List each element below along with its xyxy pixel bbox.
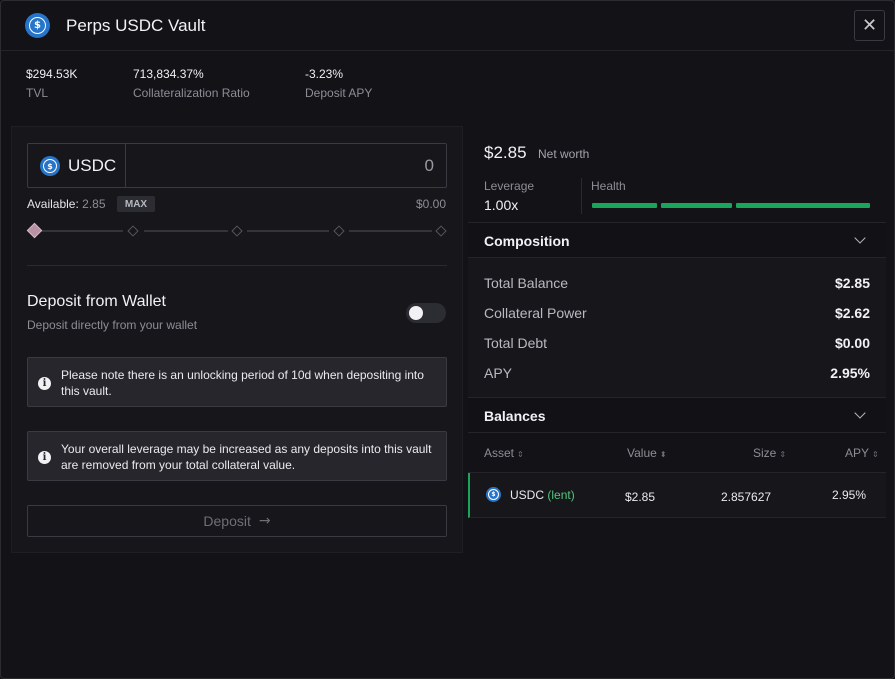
size-cell: 2.857627 [721, 490, 772, 504]
sort-icon: ⇕ [517, 450, 524, 459]
close-button[interactable]: ✕ [854, 10, 885, 41]
value-cell: $2.85 [625, 490, 656, 504]
vault-modal: $ Perps USDC Vault ✕ $294.53K TVL 713,83… [0, 0, 895, 679]
stat-value: -3.23% [305, 67, 344, 81]
amount-input-group: $ USDC 0 [27, 143, 447, 188]
stat-value: $294.53K [26, 67, 78, 81]
health-bar-segment [661, 203, 732, 208]
column-header-value[interactable]: Value ⬍ [627, 446, 667, 460]
slider-step-marker[interactable] [127, 225, 139, 237]
info-icon: i [38, 451, 51, 464]
leverage-value: 1.00x [484, 197, 519, 213]
sort-icon: ⇕ [779, 450, 787, 459]
composition-label: Collateral Power [484, 305, 587, 321]
column-header-apy[interactable]: APY ⇕ [845, 446, 879, 460]
composition-value: $0.00 [834, 335, 870, 351]
deposit-button[interactable]: Deposit → [27, 505, 447, 537]
usdc-logo-icon: $ [486, 487, 501, 502]
chevron-down-icon [854, 407, 866, 419]
column-header-asset[interactable]: Asset ⇕ [484, 446, 524, 460]
asset-symbol: USDC [68, 156, 117, 175]
notice-text: Please note there is an unlocking period… [61, 368, 424, 398]
sort-icon: ⇕ [872, 450, 879, 459]
slider-track-segment [41, 230, 123, 232]
deposit-button-label: Deposit [203, 513, 251, 529]
composition-label: APY [484, 365, 513, 381]
lent-tag: (lent) [547, 488, 575, 502]
available-balance: Available: 2.85 [27, 197, 106, 211]
slider-thumb[interactable] [26, 222, 43, 239]
net-worth-label: Net worth [538, 147, 590, 161]
balances-title: Balances [484, 408, 546, 424]
slider-track-segment [349, 230, 432, 232]
asset-symbol: USDC [510, 488, 545, 502]
unlock-period-notice: i Please note there is an unlocking peri… [27, 357, 447, 407]
stat-collateralization-ratio: 713,834.37% Collateralization Ratio [133, 67, 250, 100]
leverage-label: Leverage [484, 179, 535, 193]
account-panel: $2.85 Net worth Leverage 1.00x Health Co… [468, 126, 886, 519]
modal-title: Perps USDC Vault [66, 16, 206, 35]
close-icon: ✕ [861, 15, 878, 36]
arrow-right-icon: → [258, 513, 271, 529]
composition-value: $2.62 [834, 305, 870, 321]
chevron-down-icon [854, 232, 866, 244]
usd-value: $0.00 [415, 197, 446, 211]
usdc-logo-icon: $ [25, 13, 50, 38]
composition-value: $2.85 [834, 275, 870, 291]
composition-header[interactable]: Composition [468, 222, 886, 258]
net-worth-value: $2.85 [484, 143, 527, 162]
slider-track-segment [144, 230, 228, 232]
asset-cell: USDC (lent) [510, 488, 575, 502]
composition-label: Total Debt [484, 335, 548, 351]
composition-body: Total Balance $2.85 Collateral Power $2.… [468, 258, 886, 399]
stat-deposit-apy: -3.23% Deposit APY [305, 67, 372, 100]
stat-label: Collateralization Ratio [133, 86, 250, 100]
leverage-notice: i Your overall leverage may be increased… [27, 431, 447, 481]
composition-label: Total Balance [484, 275, 569, 291]
table-row[interactable]: $ USDC (lent) $2.85 2.857627 2.95% [468, 473, 886, 518]
max-button[interactable]: MAX [117, 196, 155, 212]
slider-track-segment [247, 230, 329, 232]
wallet-deposit-title: Deposit from Wallet [27, 293, 166, 310]
asset-selector[interactable]: $ USDC [28, 144, 126, 187]
available-label: Available: [27, 197, 79, 211]
column-header-size[interactable]: Size ⇕ [753, 446, 786, 460]
modal-header: $ Perps USDC Vault ✕ [1, 1, 894, 51]
slider-step-marker[interactable] [231, 225, 243, 237]
balances-header[interactable]: Balances [468, 397, 886, 433]
divider [581, 178, 582, 214]
usdc-logo-icon: $ [40, 156, 60, 176]
wallet-deposit-subtitle: Deposit directly from your wallet [27, 318, 198, 332]
stat-tvl: $294.53K TVL [26, 67, 77, 100]
available-value: 2.85 [82, 197, 106, 211]
slider-step-marker[interactable] [333, 225, 345, 237]
apy-cell: 2.95% [832, 488, 867, 502]
health-label: Health [591, 179, 626, 193]
sort-desc-icon: ⬍ [659, 450, 667, 459]
slider-step-marker[interactable] [435, 225, 447, 237]
composition-title: Composition [484, 233, 570, 249]
balances-table-header: Asset ⇕ Value ⬍ Size ⇕ APY ⇕ [468, 435, 886, 473]
divider [27, 265, 447, 266]
health-bar-segment [592, 203, 657, 208]
info-icon: i [38, 377, 51, 390]
stat-value: 713,834.37% [133, 67, 204, 81]
deposit-panel: $ USDC 0 Available: 2.85 MAX $0.00 Depos… [11, 126, 463, 553]
composition-value: 2.95% [830, 365, 870, 381]
stat-label: TVL [26, 86, 49, 100]
amount-input[interactable]: 0 [234, 156, 434, 176]
stat-label: Deposit APY [305, 86, 373, 100]
amount-slider[interactable] [26, 222, 447, 239]
toggle-knob [409, 306, 423, 320]
notice-text: Your overall leverage may be increased a… [61, 442, 432, 472]
health-bar-segment [736, 203, 870, 208]
wallet-deposit-toggle[interactable] [406, 303, 446, 323]
